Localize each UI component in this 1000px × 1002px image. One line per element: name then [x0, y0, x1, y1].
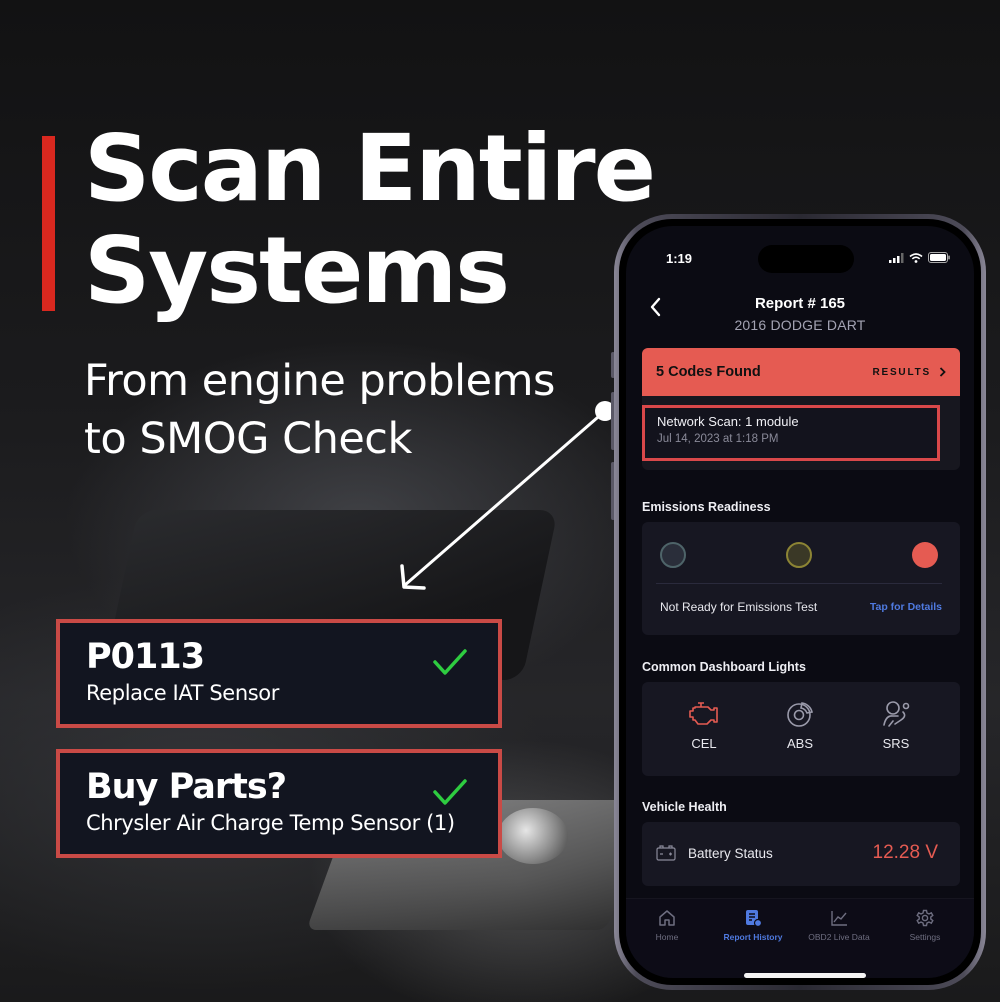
indicator-gray: [660, 542, 686, 568]
tab-home[interactable]: Home: [626, 909, 712, 942]
report-history-icon: [746, 910, 762, 927]
subheadline-line-2: to SMOG Check: [84, 414, 412, 464]
line-chart-icon: [831, 911, 847, 926]
codes-found-banner[interactable]: 5 Codes Found RESULTS: [642, 348, 960, 396]
callout-subtitle: Chrysler Air Charge Temp Sensor (1): [86, 811, 455, 835]
car-battery-icon: [656, 845, 676, 861]
brake-disc-icon: [787, 702, 813, 727]
background-bolt: [498, 808, 568, 864]
subheadline: From engine problems to SMOG Check: [84, 352, 555, 468]
tab-report-history[interactable]: Report History: [708, 909, 798, 942]
indicator-yellow: [786, 542, 812, 568]
scan-date: Jul 14, 2023 at 1:18 PM: [657, 433, 779, 445]
gear-icon: [916, 909, 934, 927]
dynamic-island: [758, 245, 854, 273]
dashboard-lights-panel: CEL ABS SRS: [642, 682, 960, 776]
status-icons: [889, 252, 950, 263]
scan-title: Network Scan: 1 module: [657, 414, 799, 429]
tab-bar: Home Report History OBD2 Live Data Setti…: [626, 898, 974, 978]
codes-found-title: 5 Codes Found: [656, 364, 761, 380]
home-indicator[interactable]: [744, 973, 866, 978]
callout-title: Buy Parts?: [86, 767, 287, 807]
callout-buy-parts: Buy Parts? Chrysler Air Charge Temp Sens…: [56, 749, 502, 858]
dashboard-light-srs[interactable]: SRS: [866, 700, 926, 751]
report-title: Report # 165: [754, 295, 846, 312]
check-icon: [433, 649, 467, 675]
chevron-right-icon: [939, 367, 946, 377]
dashboard-light-cel[interactable]: CEL: [674, 700, 734, 751]
headline-accent-bar: [42, 136, 55, 311]
tap-for-details-link[interactable]: Tap for Details: [870, 601, 942, 613]
battery-status-row[interactable]: Battery Status 12.28 V: [642, 822, 960, 886]
check-icon: [433, 779, 467, 805]
callout-trouble-code: P0113 Replace IAT Sensor: [56, 619, 502, 728]
dashboard-light-label: SRS: [882, 736, 910, 751]
emissions-status-text: Not Ready for Emissions Test: [660, 600, 818, 614]
emissions-section-title: Emissions Readiness: [642, 500, 771, 514]
vehicle-health-section-title: Vehicle Health: [642, 800, 727, 814]
tab-label: Home: [655, 932, 679, 942]
dashboard-light-label: ABS: [786, 736, 813, 751]
tab-settings[interactable]: Settings: [880, 909, 970, 942]
dashboard-light-abs[interactable]: ABS: [770, 700, 830, 751]
network-scan-info: Network Scan: 1 module Jul 14, 2023 at 1…: [642, 405, 940, 461]
dashboard-lights-section-title: Common Dashboard Lights: [642, 660, 806, 674]
emissions-divider: [656, 583, 942, 584]
emissions-panel[interactable]: Not Ready for Emissions Test Tap for Det…: [642, 522, 960, 635]
indicator-red: [912, 542, 938, 568]
tab-obd2-live-data[interactable]: OBD2 Live Data: [794, 909, 884, 942]
subheadline-line-1: From engine problems: [84, 356, 555, 406]
tab-label: Report History: [723, 932, 783, 942]
results-button[interactable]: RESULTS: [872, 367, 946, 378]
battery-icon: [928, 252, 950, 263]
home-icon: [659, 910, 675, 926]
headline: Scan Entire Systems: [84, 115, 656, 324]
headline-line-2: Systems: [84, 217, 510, 324]
cellular-signal-icon: [889, 252, 904, 263]
tab-label: OBD2 Live Data: [808, 932, 870, 942]
battery-status-label: Battery Status: [688, 846, 773, 861]
headline-line-1: Scan Entire: [84, 115, 656, 222]
phone-frame: 1:19 Report # 165 2016 DODGE DART 5 Code…: [614, 214, 986, 990]
callout-subtitle: Replace IAT Sensor: [86, 681, 279, 705]
codes-card: 5 Codes Found RESULTS Network Scan: 1 mo…: [642, 348, 960, 470]
dashboard-light-label: CEL: [691, 736, 717, 751]
airbag-icon: [883, 701, 910, 727]
vehicle-name: 2016 DODGE DART: [734, 317, 866, 333]
check-engine-icon: [689, 702, 718, 725]
wifi-icon: [909, 252, 923, 263]
battery-voltage-value: 12.28 V: [872, 842, 939, 863]
results-label: RESULTS: [872, 366, 931, 378]
callout-title: P0113: [86, 637, 205, 677]
tab-label: Settings: [909, 932, 941, 942]
status-time: 1:19: [666, 251, 693, 266]
phone-screen: 1:19 Report # 165 2016 DODGE DART 5 Code…: [626, 226, 974, 978]
